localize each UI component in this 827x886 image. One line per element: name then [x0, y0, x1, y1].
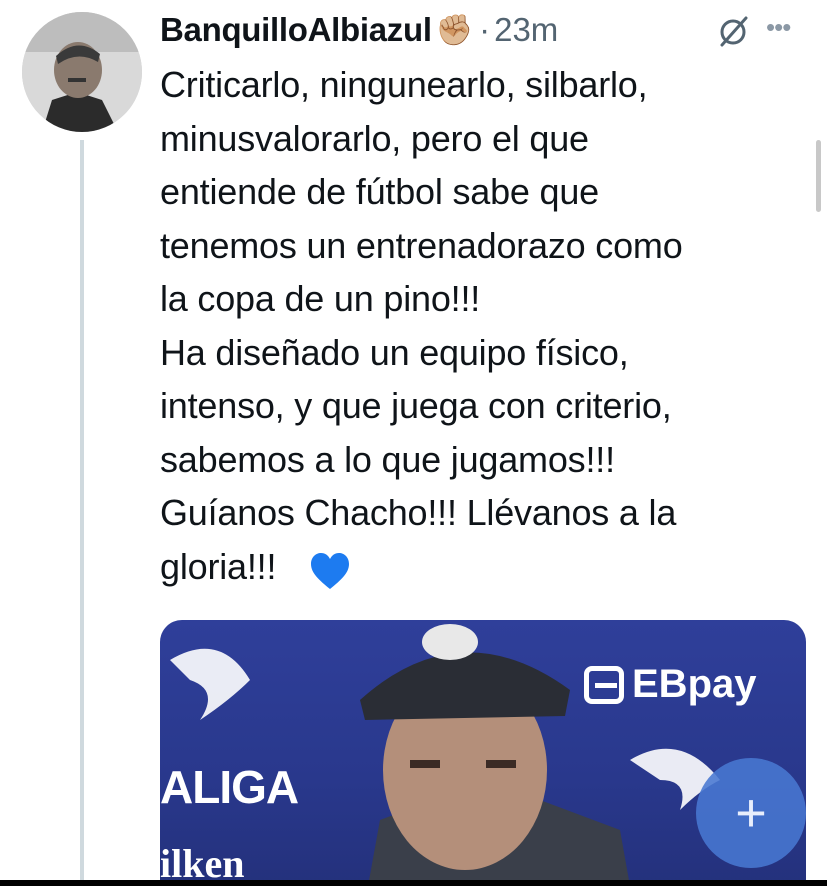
- author-name[interactable]: BanquilloAlbiazul: [160, 11, 432, 49]
- thread-line: [80, 140, 84, 886]
- scrollbar[interactable]: [816, 140, 821, 212]
- mute-conversation-icon[interactable]: [716, 14, 750, 48]
- sponsor-logo-text: EBpay: [632, 662, 757, 706]
- plus-icon: +: [735, 783, 767, 843]
- league-logo: ALIGA: [160, 761, 299, 813]
- blue-heart-icon: [311, 553, 349, 589]
- avatar-photo: [22, 12, 142, 132]
- tweet-timestamp[interactable]: 23m: [494, 11, 558, 49]
- tweet-text: Criticarlo, ningunearlo, silbarlo, minus…: [160, 64, 683, 587]
- sponsor-logo: EBpay: [584, 662, 757, 707]
- raised-fist-icon: ✊🏼: [435, 13, 474, 47]
- separator-dot: ·: [479, 11, 491, 48]
- ebpay-icon: [584, 665, 624, 704]
- author-avatar[interactable]: [22, 12, 142, 132]
- compose-tweet-button[interactable]: +: [696, 758, 806, 868]
- more-options-icon[interactable]: •••: [766, 12, 791, 43]
- bottom-edge: [0, 880, 827, 886]
